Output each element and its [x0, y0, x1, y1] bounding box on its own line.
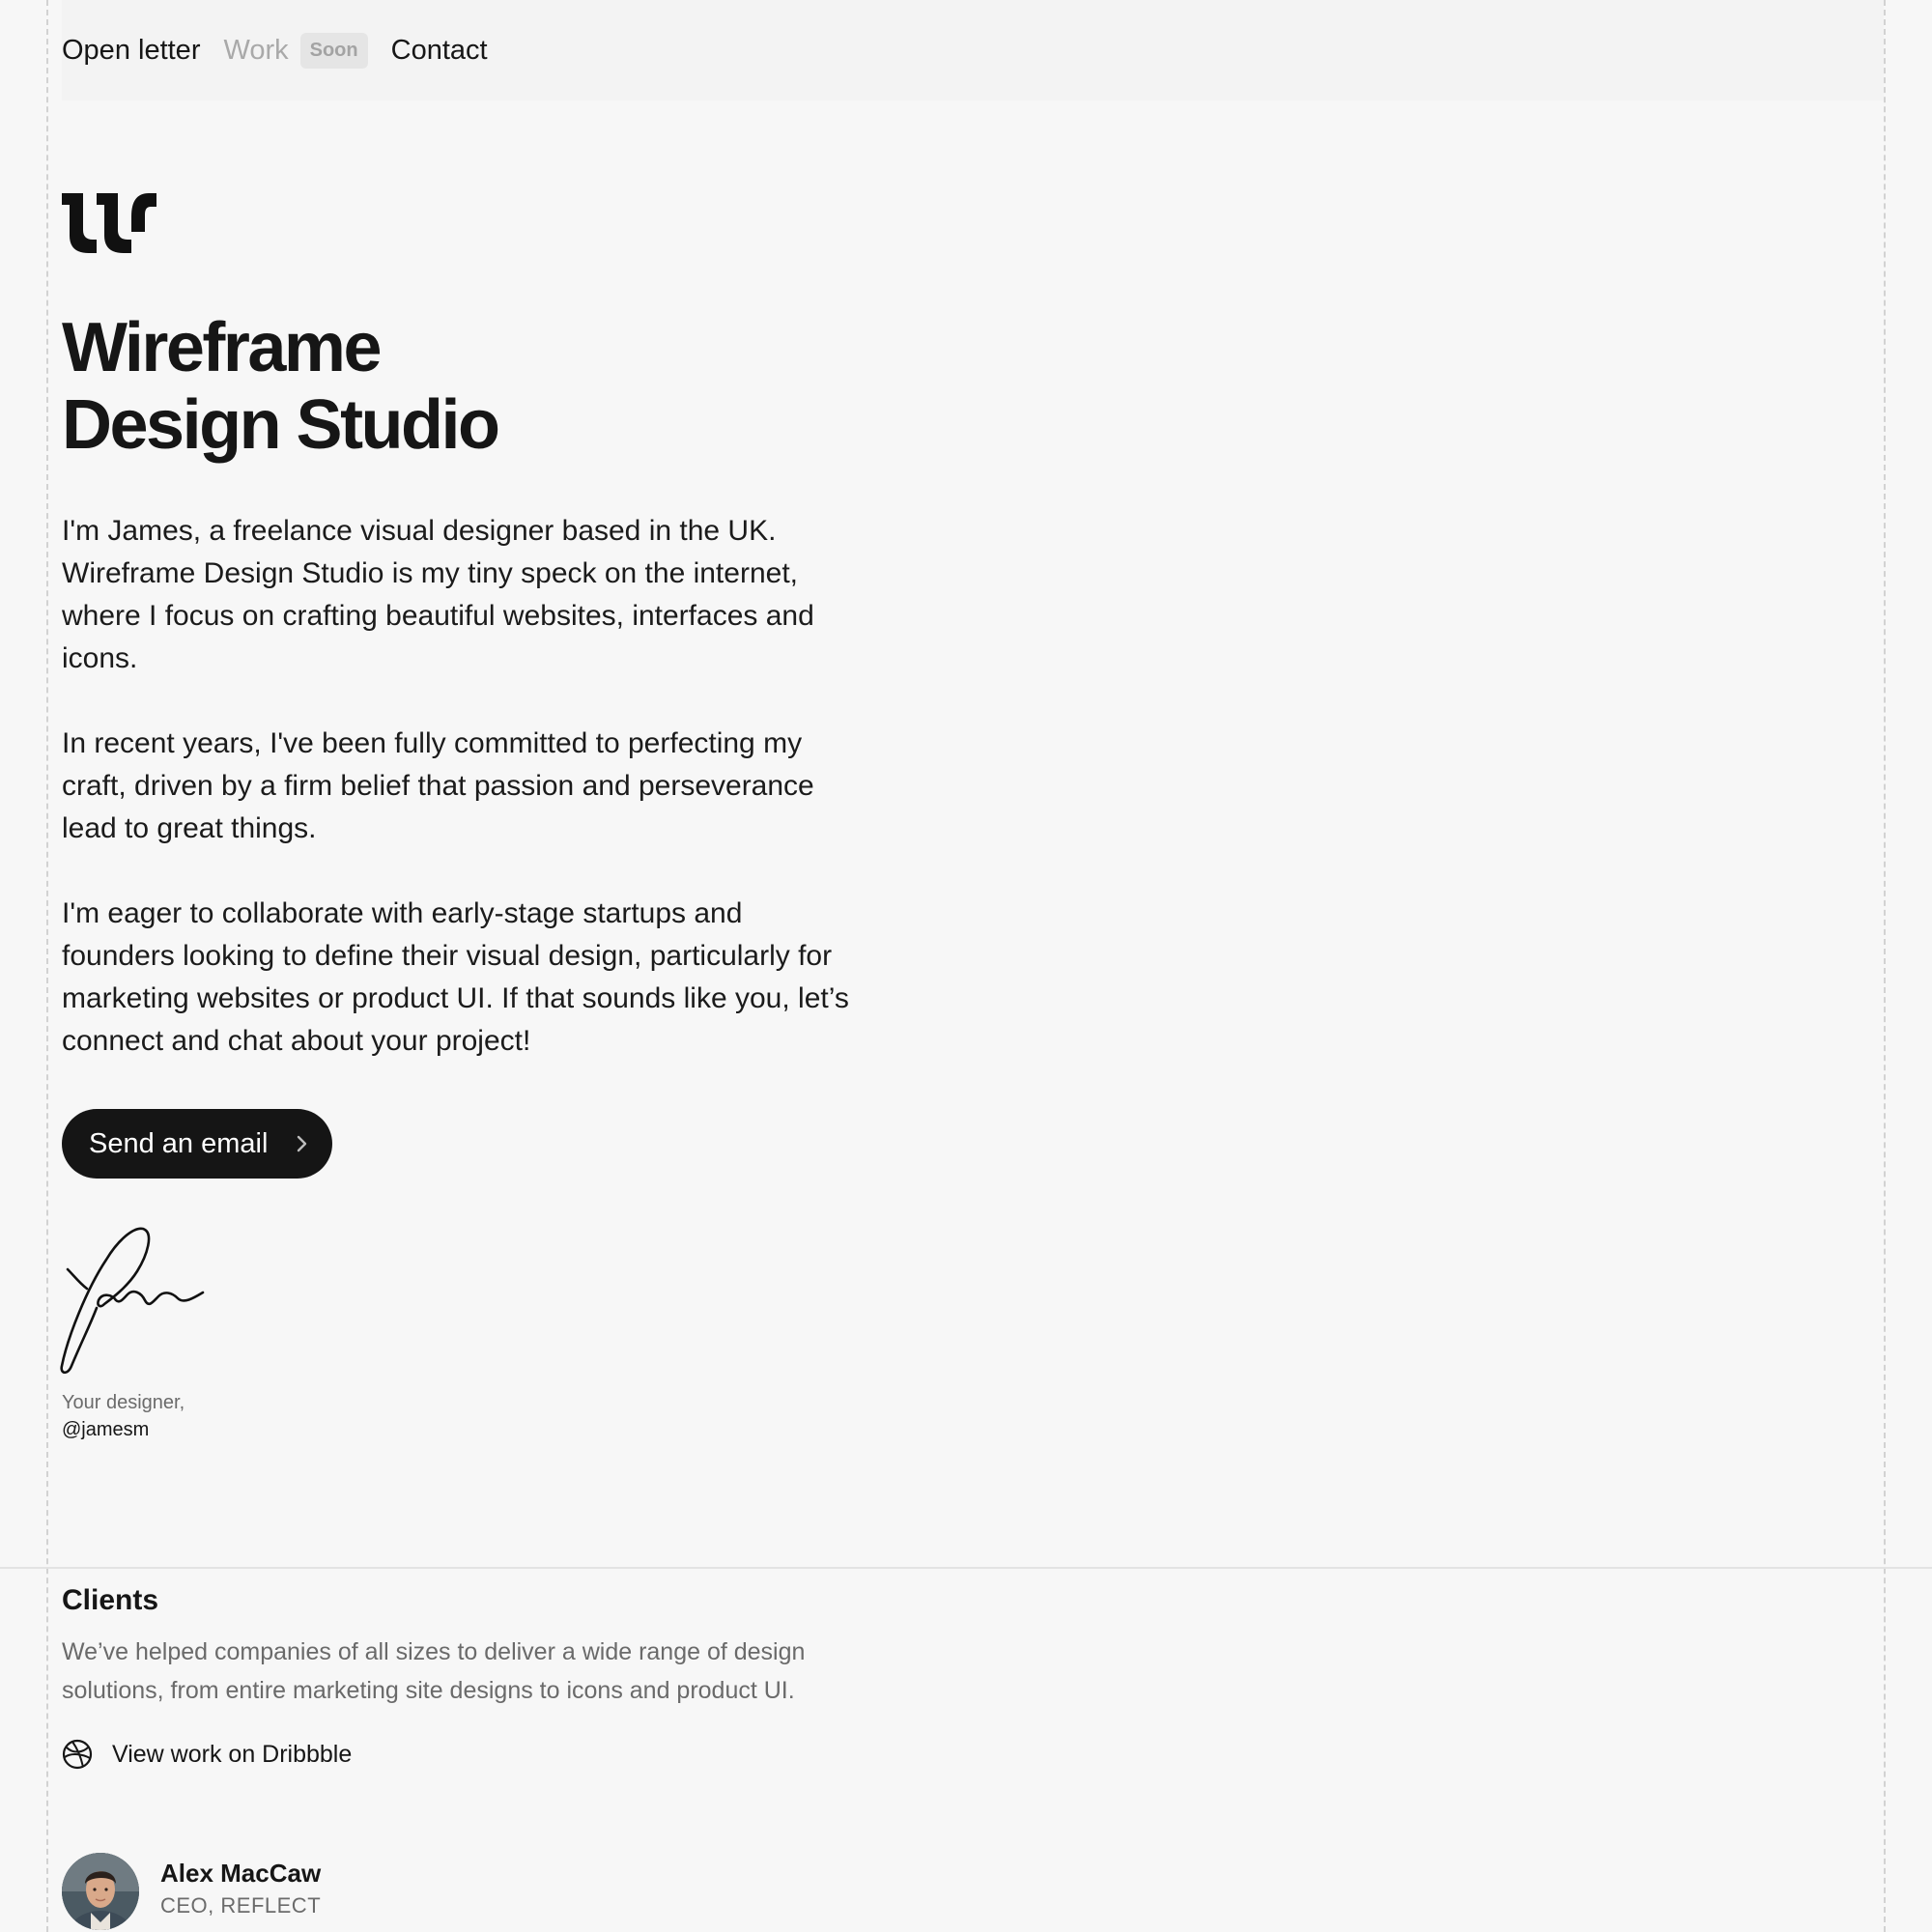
sign-off-lead: Your designer,: [62, 1392, 185, 1413]
intro-paragraph: In recent years, I've been fully committ…: [62, 727, 814, 844]
chevron-right-icon: [297, 1135, 307, 1152]
nav-work[interactable]: Work: [223, 35, 288, 67]
section-divider: [0, 1567, 1932, 1569]
designer-handle[interactable]: @jamesm: [62, 1416, 185, 1443]
nav-contact[interactable]: Contact: [391, 35, 488, 67]
main-nav: Open letter Work Soon Contact: [62, 31, 488, 70]
studio-logo-icon: [62, 193, 156, 253]
client-role: CEO, REFLECT: [160, 1893, 322, 1918]
signature: [60, 1227, 205, 1375]
clients-description: We’ve helped companies of all sizes to d…: [62, 1638, 806, 1704]
nav-open-letter[interactable]: Open letter: [62, 35, 200, 67]
dribbble-label: View work on Dribbble: [112, 1740, 353, 1768]
client-card: Alex MacCaw CEO, REFLECT: [62, 1853, 321, 1930]
intro-paragraph: I'm James, a freelance visual designer b…: [62, 515, 814, 674]
clients-heading: Clients: [62, 1584, 159, 1616]
client-name: Alex MacCaw: [160, 1859, 322, 1888]
send-email-label: Send an email: [89, 1127, 269, 1159]
title-line-1: Wireframe: [62, 309, 382, 386]
left-guide-line: [46, 0, 48, 1932]
client-info: Alex MacCaw CEO, REFLECT: [160, 1857, 321, 1922]
page-title: Wireframe Design Studio: [62, 309, 500, 464]
soon-badge: Soon: [299, 32, 368, 69]
send-email-button[interactable]: Send an email: [62, 1109, 332, 1179]
title-line-2: Design Studio: [62, 386, 500, 464]
avatar: [62, 1853, 139, 1930]
intro-text: I'm James, a freelance visual designer b…: [62, 510, 854, 1105]
intro-paragraph: I'm eager to collaborate with early-stag…: [62, 897, 849, 1057]
dribbble-icon: [62, 1739, 93, 1770]
sign-off: Your designer, @jamesm: [62, 1389, 185, 1443]
view-dribbble-link[interactable]: View work on Dribbble: [62, 1737, 352, 1772]
right-guide-line: [1884, 0, 1886, 1932]
